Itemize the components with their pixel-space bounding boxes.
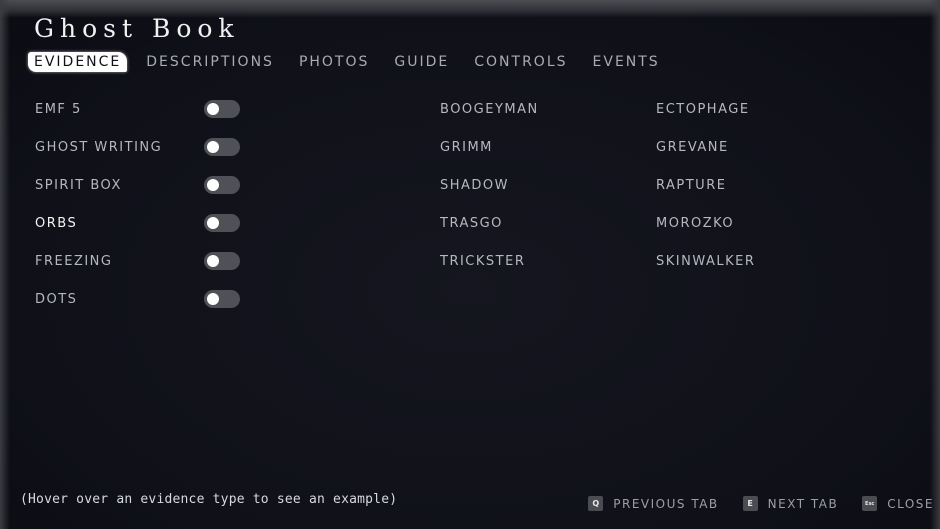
- e-key-icon: E: [742, 496, 758, 511]
- evidence-label: FREEZING: [35, 253, 113, 269]
- next-tab-label: NEXT TAB: [767, 496, 839, 511]
- page-title: Ghost Book: [34, 14, 240, 43]
- toggle-knob: [207, 141, 219, 153]
- evidence-toggle-freezing[interactable]: [204, 252, 240, 270]
- ghost-item-morozko[interactable]: MOROZKO: [656, 204, 755, 242]
- toggle-knob: [207, 293, 219, 305]
- tab-controls[interactable]: CONTROLS: [468, 52, 573, 72]
- close-label: CLOSE: [887, 496, 934, 511]
- previous-tab-label: PREVIOUS TAB: [613, 496, 719, 511]
- evidence-row-dots[interactable]: DOTS: [35, 280, 245, 318]
- evidence-list: EMF 5 GHOST WRITING SPIRIT BOX ORBS FREE…: [35, 90, 245, 318]
- ghost-list-column-1: BOOGEYMAN GRIMM SHADOW TRASGO TRICKSTER: [440, 90, 539, 280]
- ghost-item-rapture[interactable]: RAPTURE: [656, 166, 755, 204]
- tab-descriptions[interactable]: DESCRIPTIONS: [140, 52, 280, 72]
- tab-guide[interactable]: GUIDE: [388, 52, 455, 72]
- tab-evidence[interactable]: EVIDENCE: [28, 52, 128, 72]
- ghost-item-trickster[interactable]: TRICKSTER: [440, 242, 539, 280]
- esc-key-icon: Esc: [862, 496, 878, 511]
- grunge-right-border: [930, 0, 940, 529]
- footer-actions: Q PREVIOUS TAB E NEXT TAB Esc CLOSE: [564, 496, 934, 511]
- ghost-item-boogeyman[interactable]: BOOGEYMAN: [440, 90, 539, 128]
- toggle-knob: [207, 179, 219, 191]
- tab-events[interactable]: EVENTS: [587, 52, 666, 72]
- evidence-toggle-orbs[interactable]: [204, 214, 240, 232]
- ghost-item-grimm[interactable]: GRIMM: [440, 128, 539, 166]
- q-key-icon: Q: [588, 496, 604, 511]
- ghost-item-skinwalker[interactable]: SKINWALKER: [656, 242, 755, 280]
- toggle-knob: [207, 103, 219, 115]
- previous-tab-button[interactable]: Q PREVIOUS TAB: [588, 496, 718, 511]
- ghost-item-shadow[interactable]: SHADOW: [440, 166, 539, 204]
- toggle-knob: [207, 255, 219, 267]
- ghost-item-grevane[interactable]: GREVANE: [656, 128, 755, 166]
- close-button[interactable]: Esc CLOSE: [862, 496, 934, 511]
- evidence-row-freezing[interactable]: FREEZING: [35, 242, 245, 280]
- tab-photos[interactable]: PHOTOS: [293, 52, 375, 72]
- evidence-row-orbs[interactable]: ORBS: [35, 204, 245, 242]
- ghost-item-ectophage[interactable]: ECTOPHAGE: [656, 90, 755, 128]
- ghost-list-column-2: ECTOPHAGE GREVANE RAPTURE MOROZKO SKINWA…: [656, 90, 755, 280]
- toggle-knob: [207, 217, 219, 229]
- evidence-label: ORBS: [35, 215, 78, 231]
- evidence-label: DOTS: [35, 291, 78, 307]
- evidence-label: EMF 5: [35, 101, 82, 117]
- evidence-row-emf5[interactable]: EMF 5: [35, 90, 245, 128]
- ghost-item-trasgo[interactable]: TRASGO: [440, 204, 539, 242]
- hover-hint: (Hover over an evidence type to see an e…: [20, 492, 398, 507]
- evidence-label: SPIRIT BOX: [35, 177, 122, 193]
- grunge-left-border: [0, 0, 10, 529]
- tab-bar: EVIDENCE DESCRIPTIONS PHOTOS GUIDE CONTR…: [28, 52, 679, 72]
- ghost-book-screen: Ghost Book EVIDENCE DESCRIPTIONS PHOTOS …: [0, 0, 940, 529]
- next-tab-button[interactable]: E NEXT TAB: [742, 496, 839, 511]
- evidence-toggle-dots[interactable]: [204, 290, 240, 308]
- evidence-toggle-ghost-writing[interactable]: [204, 138, 240, 156]
- evidence-label: GHOST WRITING: [35, 139, 163, 155]
- evidence-row-ghost-writing[interactable]: GHOST WRITING: [35, 128, 245, 166]
- evidence-row-spirit-box[interactable]: SPIRIT BOX: [35, 166, 245, 204]
- evidence-toggle-spirit-box[interactable]: [204, 176, 240, 194]
- evidence-toggle-emf5[interactable]: [204, 100, 240, 118]
